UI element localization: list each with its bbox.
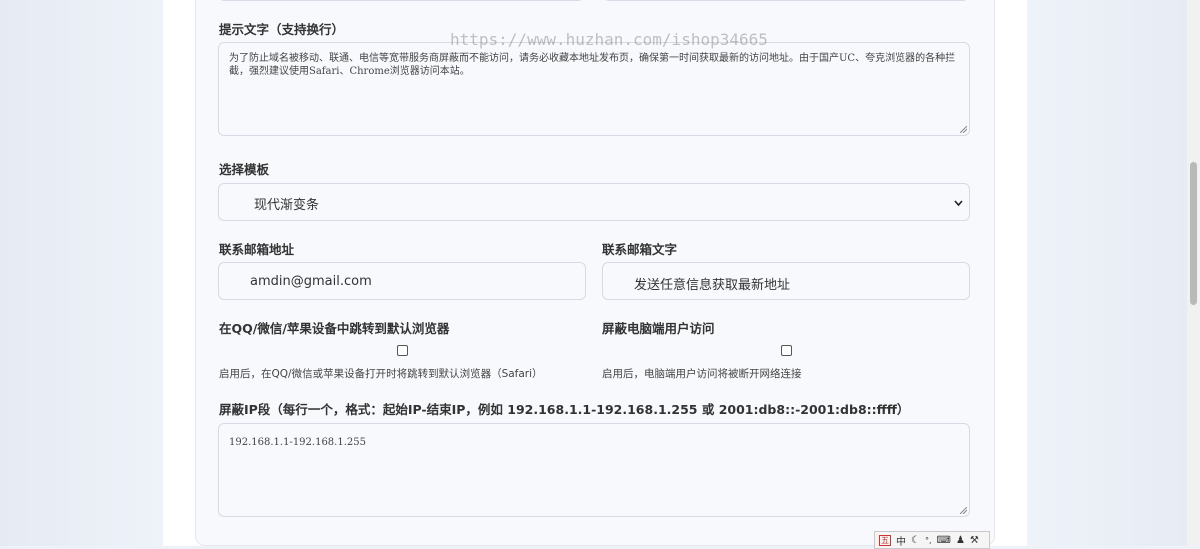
page-background-right bbox=[1027, 0, 1187, 546]
hint-text: 为了防止域名被移动、联通、电信等宽带服务商屏蔽而不能访问，请务必收藏本地址发布页… bbox=[229, 53, 956, 77]
block-pc-label: 屏蔽电脑端用户访问 bbox=[602, 321, 715, 336]
email-text-field[interactable]: 发送任意信息获取最新地址 bbox=[602, 262, 970, 300]
template-label: 选择模板 bbox=[219, 162, 270, 177]
chevron-down-icon bbox=[954, 197, 963, 210]
keyboard-icon[interactable]: ⌨ bbox=[937, 535, 951, 546]
punctuation-icon[interactable]: °, bbox=[925, 536, 932, 545]
email-label: 联系邮箱地址 bbox=[219, 242, 295, 257]
redirect-checkbox[interactable] bbox=[397, 345, 408, 356]
block-pc-help: 启用后，电脑端用户访问将被断开网络连接 bbox=[602, 368, 802, 380]
hint-textarea[interactable]: 为了防止域名被移动、联通、电信等宽带服务商屏蔽而不能访问，请务必收藏本地址发布页… bbox=[218, 42, 970, 136]
block-ip-textarea[interactable]: 192.168.1.1-192.168.1.255 bbox=[218, 423, 970, 517]
template-selected-value: 现代渐变条 bbox=[254, 198, 320, 213]
resize-handle-icon[interactable] bbox=[960, 126, 967, 133]
redirect-label: 在QQ/微信/苹果设备中跳转到默认浏览器 bbox=[219, 321, 450, 336]
previous-field-right[interactable] bbox=[603, 0, 969, 1]
email-text-label: 联系邮箱文字 bbox=[602, 242, 678, 257]
scrollbar-thumb[interactable] bbox=[1190, 162, 1197, 305]
ime-language-toggle[interactable]: 中 bbox=[896, 533, 906, 548]
email-field[interactable]: amdin@gmail.com bbox=[218, 262, 586, 300]
email-value: amdin@gmail.com bbox=[250, 274, 372, 289]
ime-mode-badge[interactable]: 五 bbox=[879, 534, 891, 546]
block-pc-checkbox[interactable] bbox=[781, 345, 792, 356]
moon-icon[interactable]: ☾ bbox=[911, 535, 920, 546]
watermark-text: https://www.huzhan.com/ishop34665 bbox=[450, 30, 768, 49]
page-background-left bbox=[0, 0, 163, 546]
resize-handle-icon[interactable] bbox=[960, 507, 967, 514]
email-text-value: 发送任意信息获取最新地址 bbox=[634, 278, 791, 293]
block-ip-label: 屏蔽IP段（每行一个，格式：起始IP-结束IP，例如 192.168.1.1-1… bbox=[219, 402, 910, 417]
hint-label: 提示文字（支持换行） bbox=[219, 22, 345, 37]
user-icon[interactable]: ♟ bbox=[956, 535, 965, 546]
template-select[interactable]: 现代渐变条 bbox=[218, 183, 970, 221]
wrench-icon[interactable]: ⚒ bbox=[970, 535, 979, 546]
ime-toolbar[interactable]: 五 中 ☾ °, ⌨ ♟ ⚒ bbox=[874, 531, 990, 549]
page-scrollbar[interactable] bbox=[1187, 0, 1200, 546]
redirect-help: 启用后，在QQ/微信或苹果设备打开时将跳转到默认浏览器（Safari） bbox=[219, 368, 543, 380]
block-ip-value: 192.168.1.1-192.168.1.255 bbox=[229, 437, 366, 448]
previous-field-left[interactable] bbox=[218, 0, 584, 1]
